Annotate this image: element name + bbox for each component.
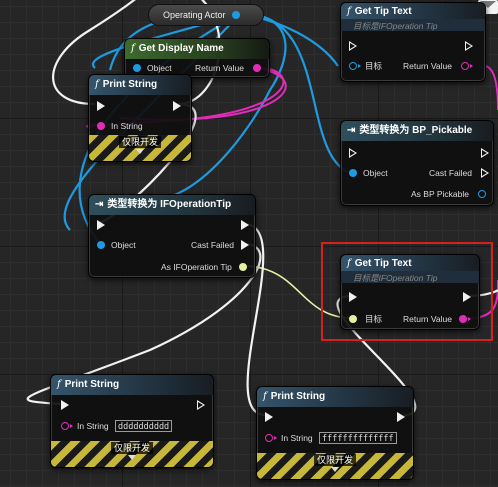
get-display-name-header: f Get Display Name (125, 39, 269, 59)
return-pin-arrow (468, 317, 471, 321)
object-pin-label: Object (363, 168, 388, 178)
print-string-left-header: f Print String (51, 375, 213, 395)
function-icon: f (347, 6, 351, 17)
return-value-pin[interactable] (459, 315, 467, 323)
operating-actor-output-pin[interactable] (232, 11, 240, 19)
function-icon: f (95, 79, 99, 90)
return-value-label: Return Value (403, 61, 452, 71)
expand-chevron-icon[interactable] (136, 149, 144, 154)
get-tip-text-top-title: Get Tip Text (354, 6, 412, 17)
cast-bp-pickable-header: ⇥ 类型转换为 BP_Pickable (341, 121, 493, 141)
expand-chevron-icon[interactable] (128, 455, 136, 460)
get-tip-text-mid-header: f Get Tip Text (341, 255, 479, 271)
in-string-label: In String (111, 121, 143, 131)
object-pin-label: Object (111, 240, 136, 250)
in-string-arrow (274, 436, 277, 440)
development-only-banner: 仅限开发 (51, 441, 213, 467)
operating-actor-label: Operating Actor (163, 10, 226, 20)
return-pin-arrow (470, 64, 473, 68)
cast-failed-label: Cast Failed (191, 240, 234, 250)
in-string-pin[interactable] (97, 122, 105, 130)
exec-input-pin[interactable] (97, 101, 105, 111)
target-pin-label: 目标 (365, 61, 383, 71)
return-value-pin[interactable] (253, 64, 261, 72)
cast-ifoperationtip-title: 类型转换为 IFOperationTip (107, 199, 232, 210)
get-display-name-title: Get Display Name (138, 43, 224, 54)
function-icon: f (347, 258, 351, 269)
exec-output-pin[interactable] (173, 101, 181, 111)
cast-arrow-icon: ⇥ (95, 199, 104, 210)
development-only-banner: 仅限开发 (257, 453, 413, 479)
cast-ifoperationtip-node[interactable]: ⇥ 类型转换为 IFOperationTip Object Cast Failed… (88, 194, 256, 278)
object-input-pin[interactable] (349, 169, 357, 177)
cast-failed-pin[interactable] (241, 240, 249, 250)
return-value-label: Return Value (403, 314, 452, 324)
object-pin-label: Object (147, 63, 172, 73)
exec-input-pin[interactable] (97, 220, 105, 230)
cast-ifoperationtip-header: ⇥ 类型转换为 IFOperationTip (89, 195, 255, 215)
cast-bp-pickable-title: 类型转换为 BP_Pickable (359, 125, 473, 136)
exec-output-pin[interactable] (397, 412, 405, 422)
print-string-right-node[interactable]: f Print String In String ffffffffffffff 仅… (256, 386, 414, 480)
in-string-pin[interactable] (61, 422, 69, 430)
in-string-pin[interactable] (265, 434, 273, 442)
function-icon: f (131, 43, 135, 54)
operating-actor-node[interactable]: Operating Actor (148, 4, 264, 26)
exec-output-pin[interactable] (465, 41, 473, 51)
exec-input-pin[interactable] (61, 400, 69, 410)
in-string-input[interactable]: ffffffffffffff (319, 432, 397, 444)
exec-input-pin[interactable] (349, 41, 357, 51)
print-string-right-header: f Print String (257, 387, 413, 407)
get-tip-text-top-subtitle: 目标是IFOperation Tip (341, 19, 485, 31)
as-ifoperation-tip-label: As IFOperation Tip (161, 262, 232, 272)
return-value-label: Return Value (195, 63, 244, 73)
exec-input-pin[interactable] (349, 148, 357, 158)
in-string-label: In String (281, 433, 313, 443)
get-tip-text-top-node[interactable]: f Get Tip Text 目标是IFOperation Tip 目标 Retu… (340, 2, 486, 82)
as-bp-pickable-label: As BP Pickable (411, 189, 469, 199)
get-tip-text-mid-title: Get Tip Text (354, 258, 412, 269)
get-tip-text-mid-node[interactable]: f Get Tip Text 目标是IFOperation Tip 目标 Retu… (340, 254, 480, 330)
as-ifoperation-tip-pin[interactable] (239, 263, 247, 271)
dev-only-label: 仅限开发 (118, 136, 161, 148)
get-display-name-node[interactable]: f Get Display Name Object Return Value (124, 38, 270, 78)
exec-input-pin[interactable] (265, 412, 273, 422)
cast-failed-pin[interactable] (481, 168, 489, 178)
in-string-label: In String (77, 421, 109, 431)
target-pin-label: 目标 (365, 314, 383, 324)
print-string-top-node[interactable]: f Print String In String 仅限开发 (88, 74, 192, 162)
object-input-pin[interactable] (133, 64, 141, 72)
as-bp-pickable-pin[interactable] (478, 190, 486, 198)
target-pin-arrow (358, 64, 361, 68)
print-string-top-header: f Print String (89, 75, 191, 95)
development-only-banner: 仅限开发 (89, 135, 191, 161)
print-string-right-title: Print String (270, 391, 326, 402)
exec-output-pin[interactable] (481, 148, 489, 158)
dev-only-label: 仅限开发 (110, 442, 153, 454)
exec-output-pin[interactable] (197, 400, 205, 410)
exec-input-pin[interactable] (349, 292, 357, 302)
cast-arrow-icon: ⇥ (347, 125, 356, 136)
exec-output-pin[interactable] (463, 292, 471, 302)
print-string-top-title: Print String (102, 79, 158, 90)
cast-bp-pickable-node[interactable]: ⇥ 类型转换为 BP_Pickable Object Cast Failed As… (340, 120, 494, 206)
in-string-input[interactable]: dddddddddd (115, 420, 173, 432)
return-value-pin[interactable] (461, 62, 469, 70)
print-string-left-node[interactable]: f Print String In String dddddddddd 仅限开发 (50, 374, 214, 468)
function-icon: f (263, 391, 267, 402)
get-tip-text-top-header: f Get Tip Text (341, 3, 485, 19)
exec-output-pin[interactable] (241, 220, 249, 230)
cast-failed-label: Cast Failed (429, 168, 472, 178)
dev-only-label: 仅限开发 (313, 454, 356, 466)
get-tip-text-mid-subtitle: 目标是IFOperation Tip (341, 271, 479, 283)
target-input-pin[interactable] (349, 315, 357, 323)
print-string-left-title: Print String (64, 379, 120, 390)
in-string-arrow (70, 424, 73, 428)
target-input-pin[interactable] (349, 62, 357, 70)
object-input-pin[interactable] (97, 241, 105, 249)
expand-chevron-icon[interactable] (331, 467, 339, 472)
function-icon: f (57, 379, 61, 390)
